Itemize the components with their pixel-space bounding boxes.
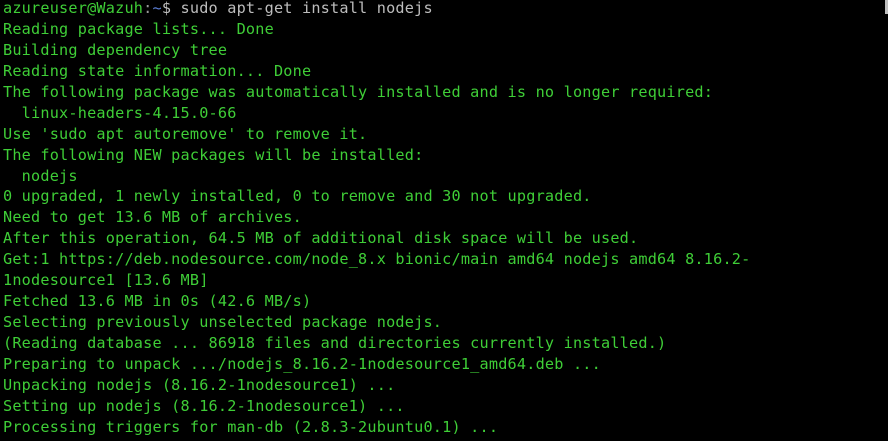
output-line: The following package was automatically … — [3, 82, 714, 101]
output-line: (Reading database ... 86918 files and di… — [3, 334, 667, 352]
terminal-window[interactable]: azureuser@Wazuh:~$ sudo apt-get install … — [0, 0, 888, 441]
prompt-symbol: $ — [161, 0, 172, 17]
output-line: Preparing to unpack .../nodejs_8.16.2-1n… — [3, 354, 601, 373]
output-line: Selecting previously unselected package … — [3, 313, 443, 332]
prompt-user-host: azureuser@Wazuh — [3, 0, 144, 17]
output-line: nodejs — [3, 166, 78, 185]
output-line: Unpacking nodejs (8.16.2-1nodesource1) .… — [3, 375, 396, 394]
prompt-separator: : — [143, 0, 153, 17]
prompt-line: azureuser@Wazuh:~$ sudo apt-get install … — [3, 0, 884, 19]
output-line: Need to get 13.6 MB of archives. — [3, 208, 302, 227]
output-line: After this operation, 64.5 MB of additio… — [3, 229, 639, 248]
output-line: Use 'sudo apt autoremove' to remove it. — [3, 124, 368, 143]
output-line: The following NEW packages will be insta… — [3, 145, 424, 164]
output-line: Processing triggers for man-db (2.8.3-2u… — [3, 417, 499, 436]
output-line: Setting up nodejs (8.16.2-1nodesource1) … — [3, 396, 405, 415]
output-line: 1nodesource1 [13.6 MB] — [3, 271, 209, 290]
command-text: sudo apt-get install nodejs — [171, 0, 433, 17]
output-line: Get:1 https://deb.nodesource.com/node_8.… — [3, 250, 751, 269]
output-line: Reading state information... Done — [3, 61, 312, 80]
output-line: Reading package lists... Done — [3, 19, 274, 38]
output-line: linux-headers-4.15.0-66 — [3, 103, 237, 122]
output-line: Building dependency tree — [3, 40, 228, 59]
terminal-output: azureuser@Wazuh:~$ sudo apt-get install … — [3, 0, 884, 438]
prompt-path: ~ — [152, 0, 162, 17]
output-line: 0 upgraded, 1 newly installed, 0 to remo… — [3, 187, 592, 206]
output-line: Fetched 13.6 MB in 0s (42.6 MB/s) — [3, 292, 312, 311]
